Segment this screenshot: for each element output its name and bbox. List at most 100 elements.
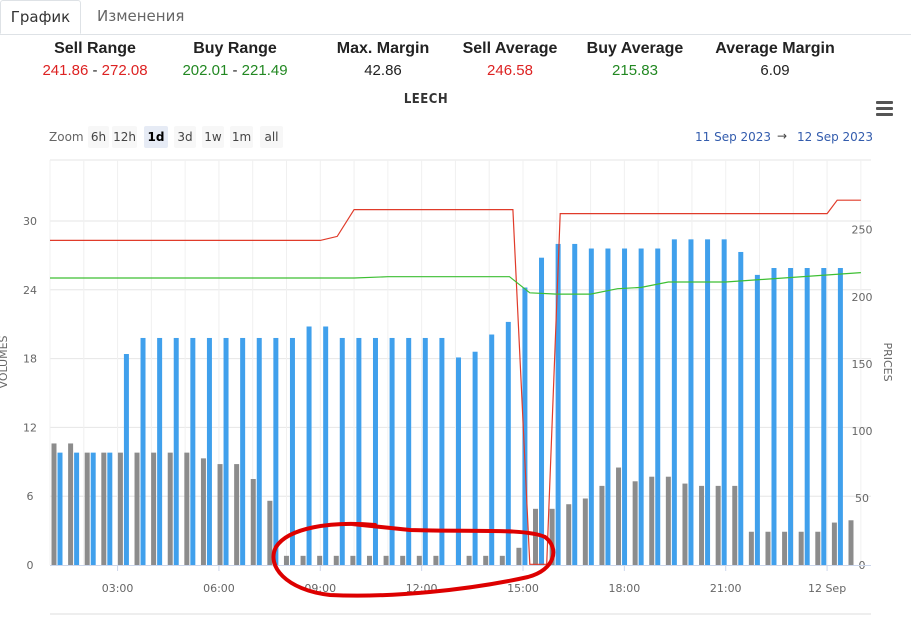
gray-volume-bar: [516, 547, 522, 565]
gray-volume-bar: [682, 483, 688, 565]
gray-volume-bar: [632, 481, 638, 565]
gray-volume-bar: [250, 479, 256, 565]
gray-volume-bar: [167, 452, 173, 565]
gray-volume-bar: [599, 485, 605, 565]
gray-volume-bar: [732, 485, 738, 565]
gray-volume-bar: [649, 476, 655, 565]
gray-volume-bar: [68, 443, 74, 565]
blue-volume-bar: [671, 239, 677, 565]
gray-volume-bar: [765, 531, 771, 565]
blue-volume-bar: [655, 248, 661, 565]
gray-volume-bar: [84, 452, 90, 565]
blue-volume-bar: [638, 248, 644, 565]
blue-volume-bar: [356, 337, 362, 565]
gray-volume-bar: [815, 531, 821, 565]
y-left-tick-label: 6: [27, 490, 34, 503]
gray-volume-bar: [616, 467, 622, 565]
gray-volume-bar: [748, 531, 754, 565]
blue-volume-bar: [323, 326, 329, 565]
gray-volume-bar: [831, 522, 837, 565]
y-right-tick-label: 100: [852, 425, 873, 438]
x-tick-label: 06:00: [203, 582, 235, 595]
blue-volume-bar: [74, 452, 80, 565]
blue-volume-bar: [372, 337, 378, 565]
gray-volume-bar: [848, 520, 854, 565]
blue-volume-bar: [837, 268, 843, 565]
gray-volume-bar: [416, 555, 422, 565]
x-tick-label: 15:00: [507, 582, 539, 595]
blue-volume-bar: [705, 239, 711, 565]
gray-volume-bar: [101, 452, 107, 565]
gray-volume-bar: [533, 508, 539, 565]
blue-volume-bar: [738, 251, 744, 565]
gray-volume-bar: [200, 458, 206, 565]
y-left-tick-label: 24: [23, 284, 37, 297]
blue-volume-bar: [256, 337, 262, 565]
y-left-tick-label: 30: [23, 215, 37, 228]
blue-volume-bar: [754, 274, 760, 565]
gray-volume-bar: [699, 485, 705, 565]
blue-volume-bar: [240, 337, 246, 565]
blue-volume-bar: [788, 268, 794, 565]
gray-volume-bar: [433, 555, 439, 565]
blue-volume-bar: [688, 239, 694, 565]
blue-volume-bar: [123, 354, 129, 565]
y-right-tick-label: 50: [855, 492, 869, 505]
y-left-tick-label: 12: [23, 421, 37, 434]
blue-volume-bar: [90, 452, 96, 565]
gray-volume-bar: [400, 555, 406, 565]
y-left-tick-label: 0: [27, 559, 34, 572]
blue-volume-bar: [107, 452, 113, 565]
blue-volume-bar: [555, 243, 561, 565]
blue-volume-bar: [804, 268, 810, 565]
gray-volume-bar: [333, 555, 339, 565]
x-tick-label: 18:00: [609, 582, 641, 595]
gray-volume-bar: [665, 476, 671, 565]
blue-volume-bar: [339, 337, 345, 565]
gray-volume-bar: [715, 485, 721, 565]
blue-volume-bar: [721, 239, 727, 565]
y-right-tick-label: 250: [852, 224, 873, 237]
blue-volume-bar: [588, 248, 594, 565]
blue-volume-bar: [173, 337, 179, 565]
gray-volume-bar: [383, 555, 389, 565]
blue-volume-bar: [190, 337, 196, 565]
blue-volume-bar: [273, 337, 279, 565]
blue-volume-bar: [157, 337, 163, 565]
gray-volume-bar: [134, 452, 140, 565]
blue-volume-bar: [505, 321, 511, 565]
x-tick-label: 21:00: [710, 582, 742, 595]
gray-volume-bar: [350, 555, 356, 565]
blue-volume-bar: [821, 268, 827, 565]
blue-volume-bar: [472, 351, 478, 565]
gray-volume-bar: [566, 504, 572, 565]
blue-volume-bar: [223, 337, 229, 565]
blue-volume-bar: [572, 243, 578, 565]
y-axis-left-title: VOLUMES: [0, 335, 10, 388]
gray-volume-bar: [782, 531, 788, 565]
volume-bars: [51, 239, 854, 565]
axes: 061218243005010015020025003:00 06:00 09:00…: [23, 215, 873, 615]
gray-volume-bar: [582, 498, 588, 565]
blue-volume-bar: [206, 337, 212, 565]
gray-volume-bar: [466, 555, 472, 565]
y-left-tick-label: 18: [23, 353, 37, 366]
gray-volume-bar: [300, 555, 306, 565]
gray-volume-bar: [151, 452, 157, 565]
volume-price-chart: 061218243005010015020025003:00 06:00 09:00…: [0, 159, 894, 615]
gray-volume-bar: [283, 555, 289, 565]
gray-volume-bar: [317, 555, 323, 565]
gray-volume-bar: [234, 464, 240, 565]
y-right-tick-label: 200: [852, 291, 873, 304]
blue-volume-bar: [389, 337, 395, 565]
gray-volume-bar: [499, 555, 505, 565]
gray-volume-bar: [217, 464, 223, 565]
blue-volume-bar: [57, 452, 63, 565]
blue-volume-bar: [771, 268, 777, 565]
gray-volume-bar: [184, 452, 190, 565]
x-tick-label: 03:00: [102, 582, 134, 595]
gray-volume-bar: [117, 452, 123, 565]
y-right-tick-label: 150: [852, 358, 873, 371]
blue-volume-bar: [622, 248, 628, 565]
x-tick-label: 12 Sep: [808, 582, 846, 595]
